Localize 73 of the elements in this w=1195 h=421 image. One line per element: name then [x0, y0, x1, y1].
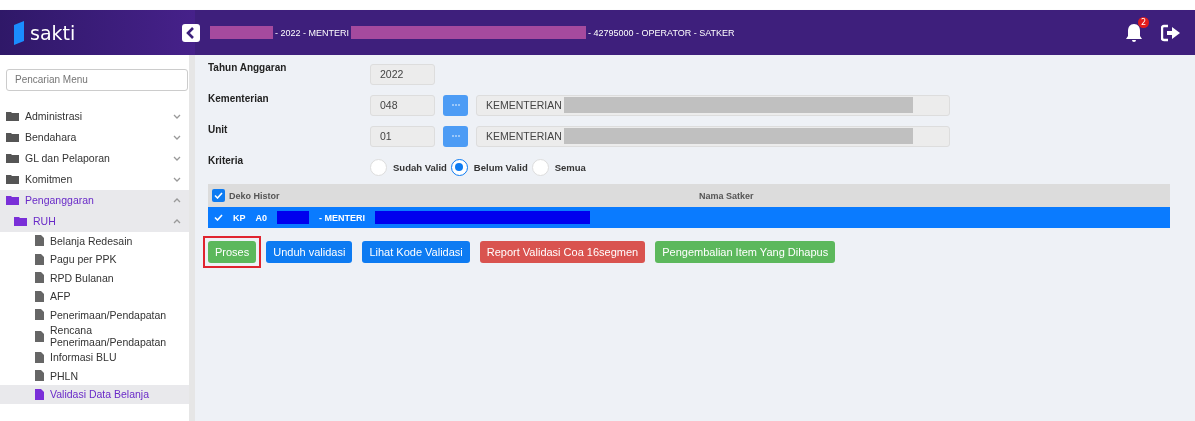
document-icon — [35, 351, 44, 363]
menu-item[interactable]: Pagu per PPK — [0, 250, 189, 269]
menu-item[interactable]: Informasi BLU — [0, 348, 189, 367]
select-all-checkbox[interactable] — [212, 189, 225, 202]
chevron-icon — [173, 134, 181, 140]
collapse-sidebar-button[interactable] — [182, 23, 200, 42]
folder-icon — [6, 195, 19, 205]
document-icon — [35, 370, 44, 382]
table-cell: A0 — [255, 212, 268, 223]
menu-item[interactable]: PHLN — [0, 366, 189, 385]
document-icon — [35, 330, 44, 342]
field-label: Tahun Anggaran — [208, 61, 288, 73]
folder-icon — [6, 111, 19, 121]
menu-item[interactable]: Penganggaran — [0, 189, 189, 211]
chevron-icon — [173, 176, 181, 182]
redaction-block — [277, 211, 310, 224]
menu-item[interactable]: Rencana Penerimaan/Pendapatan — [0, 324, 189, 348]
column-header: Deko Histor — [228, 190, 281, 201]
field-label: Unit — [208, 123, 229, 135]
menu-item[interactable]: Bendahara — [0, 126, 189, 148]
document-icon — [35, 253, 44, 265]
document-icon — [35, 388, 44, 400]
menu-item[interactable]: RUH — [0, 210, 189, 232]
lookup-button[interactable] — [443, 94, 468, 116]
code-field[interactable]: 01 — [370, 125, 435, 147]
radio-option[interactable]: Sudah Valid — [370, 158, 447, 176]
redaction-block — [210, 26, 273, 39]
table-row[interactable]: KP A0 - MENTERI — [208, 207, 1170, 228]
document-icon — [35, 272, 44, 284]
menu-item[interactable]: Penerimaan/Pendapatan — [0, 305, 189, 324]
menu-item[interactable]: Validasi Data Belanja — [0, 385, 189, 404]
notification-badge: 2 — [1137, 16, 1149, 28]
folder-icon — [6, 153, 19, 163]
radio-option[interactable]: Semua — [531, 158, 586, 176]
document-icon — [35, 309, 44, 321]
chevron-icon — [173, 113, 181, 119]
folder-icon — [14, 216, 27, 226]
action-button[interactable]: Lihat Kode Validasi — [362, 241, 470, 263]
name-field[interactable]: KEMENTERIAN — [476, 125, 950, 147]
bell-icon[interactable] — [1125, 22, 1143, 43]
row-checkmark-icon[interactable] — [214, 214, 223, 221]
logo-text: sakti — [30, 21, 76, 44]
document-icon — [35, 290, 44, 302]
radio-option[interactable]: Belum Valid — [450, 158, 528, 176]
menu-item[interactable]: GL dan Pelaporan — [0, 147, 189, 169]
lookup-button[interactable] — [443, 125, 468, 147]
menu-item[interactable]: Administrasi — [0, 105, 189, 127]
column-header: Nama Satker — [699, 190, 754, 201]
action-button[interactable]: Report Validasi Coa 16segmen — [479, 241, 646, 263]
field-label: Kriteria — [208, 154, 244, 166]
chevron-icon — [173, 197, 181, 203]
field-label: Kementerian — [208, 92, 270, 104]
name-field[interactable]: KEMENTERIAN — [476, 94, 950, 116]
folder-icon — [6, 132, 19, 142]
menu-item[interactable]: Belanja Redesain — [0, 231, 189, 250]
action-button[interactable]: Unduh validasi — [266, 241, 353, 263]
chevron-left-icon — [186, 26, 196, 39]
table-cell: - MENTERI — [319, 212, 366, 223]
table-cell: KP — [233, 212, 246, 223]
menu-item[interactable]: Komitmen — [0, 168, 189, 190]
year-field[interactable]: 2022 — [370, 63, 435, 85]
menu-search-field[interactable]: Pencarian Menu — [6, 68, 188, 91]
menu-item[interactable]: RPD Bulanan — [0, 268, 189, 287]
context-text: - 42795000 - OPERATOR - SATKER — [588, 27, 735, 38]
logout-icon[interactable] — [1161, 23, 1181, 42]
context-text: - 2022 - MENTERI — [275, 27, 350, 38]
folder-icon — [6, 174, 19, 184]
chevron-icon — [173, 155, 181, 161]
logo-icon — [14, 20, 24, 45]
menu-item[interactable]: AFP — [0, 287, 189, 306]
chevron-icon — [173, 218, 181, 224]
code-field[interactable]: 048 — [370, 94, 435, 116]
document-icon — [35, 235, 44, 247]
